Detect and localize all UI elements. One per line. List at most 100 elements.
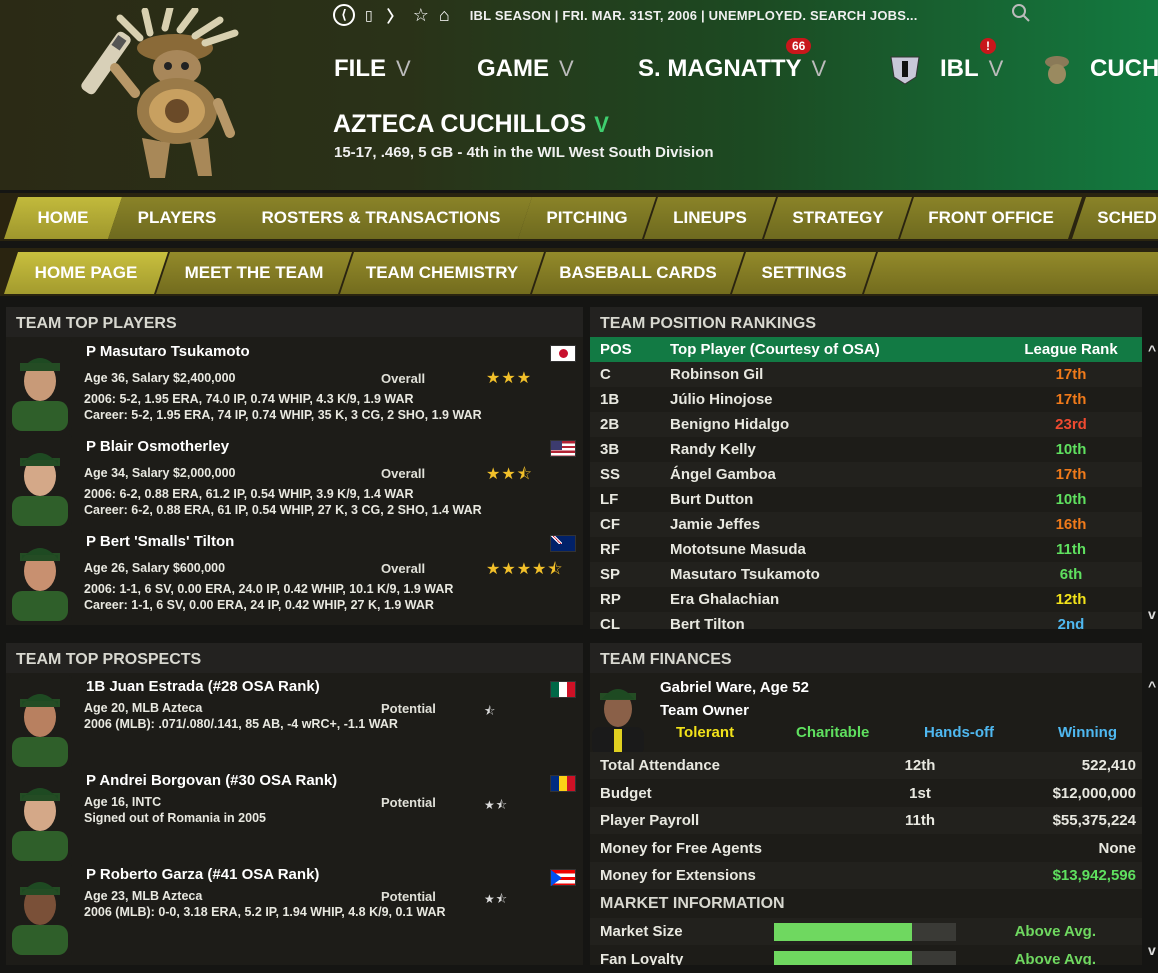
- market-label: Fan Loyalty: [600, 951, 684, 965]
- tab-rosters-transactions[interactable]: ROSTERS & TRANSACTIONS: [230, 197, 532, 239]
- market-row: Market Size Above Avg.: [590, 918, 1142, 945]
- ranking-row[interactable]: LF Burt Dutton 10th: [590, 487, 1142, 512]
- team-menu-label: CUCH: [1090, 55, 1158, 82]
- owner-avatar: [590, 675, 646, 755]
- overall-stars: ★★★: [486, 370, 533, 387]
- ranking-row[interactable]: SS Ángel Gamboa 17th: [590, 462, 1142, 487]
- ranking-player[interactable]: Bert Tilton: [660, 616, 1000, 629]
- season-status[interactable]: IBL SEASON | FRI. MAR. 31ST, 2006 | UNEM…: [470, 8, 918, 23]
- subtab-home-page[interactable]: HOME PAGE: [4, 252, 168, 294]
- tab-home[interactable]: HOME: [4, 197, 122, 239]
- ranking-league-rank: 17th: [1055, 466, 1087, 483]
- forward-icon[interactable]: 〉: [387, 3, 403, 27]
- prospect-card[interactable]: P Andrei Borgovan (#30 OSA Rank) Age 16,…: [6, 767, 583, 861]
- market-value: Above Avg.: [1014, 951, 1096, 965]
- finance-label: Player Payroll: [600, 812, 700, 829]
- tab-pitching[interactable]: PITCHING: [518, 197, 656, 239]
- subtab-team-chemistry[interactable]: TEAM CHEMISTRY: [340, 252, 544, 294]
- ranking-row[interactable]: RP Era Ghalachian 12th: [590, 587, 1142, 612]
- window-icon[interactable]: ▯: [365, 7, 373, 24]
- search-icon[interactable]: [1010, 2, 1050, 28]
- player-season-stats: 2006: 5-2, 1.95 ERA, 74.0 IP, 0.74 WHIP,…: [84, 392, 414, 406]
- league-menu[interactable]: IBL ! V: [888, 38, 1003, 86]
- owner-name[interactable]: Gabriel Ware, Age 52: [660, 679, 809, 696]
- finances-title: TEAM FINANCES: [590, 643, 1142, 673]
- col-rank-header[interactable]: League Rank: [1000, 341, 1142, 358]
- subtab-baseball-cards[interactable]: BASEBALL CARDS: [532, 252, 744, 294]
- ranking-player[interactable]: Ángel Gamboa: [660, 466, 1000, 483]
- player-name[interactable]: P Masutaro Tsukamoto: [86, 343, 250, 360]
- player-card[interactable]: P Bert 'Smalls' Tilton Age 26, Salary $6…: [6, 527, 583, 621]
- prospect-card[interactable]: P Roberto Garza (#41 OSA Rank) Age 23, M…: [6, 861, 583, 955]
- player-card[interactable]: P Blair Osmotherley Age 34, Salary $2,00…: [6, 432, 583, 526]
- player-age-salary: Age 34, Salary $2,000,000: [84, 466, 236, 480]
- col-player-header[interactable]: Top Player (Courtesy of OSA): [660, 341, 1000, 358]
- ranking-player[interactable]: Jamie Jeffes: [660, 516, 1000, 533]
- finance-row: Budget 1st $12,000,000: [590, 779, 1142, 807]
- team-name[interactable]: AZTECA CUCHILLOS V: [333, 110, 609, 139]
- player-name[interactable]: P Bert 'Smalls' Tilton: [86, 533, 234, 550]
- col-pos-header[interactable]: POS: [590, 341, 660, 358]
- prospect-name[interactable]: P Andrei Borgovan (#30 OSA Rank): [86, 772, 337, 789]
- ranking-pos: SS: [600, 466, 621, 483]
- ranking-pos: RF: [600, 541, 620, 558]
- ranking-player[interactable]: Burt Dutton: [660, 491, 1000, 508]
- market-level-fill: [774, 950, 913, 965]
- owner-trait: Charitable: [796, 724, 870, 741]
- tab-strategy[interactable]: STRATEGY: [764, 197, 912, 239]
- player-name[interactable]: P Blair Osmotherley: [86, 438, 229, 455]
- ranking-player[interactable]: Mototsune Masuda: [660, 541, 1000, 558]
- finance-rank: 11th: [904, 812, 935, 829]
- ranking-player[interactable]: Era Ghalachian: [660, 591, 1000, 608]
- ranking-row[interactable]: SP Masutaro Tsukamoto 6th: [590, 562, 1142, 587]
- scroll-up-icon[interactable]: ^: [1148, 342, 1156, 358]
- star-icon[interactable]: ☆: [413, 5, 429, 26]
- ranking-league-rank: 23rd: [1055, 416, 1087, 433]
- ranking-row[interactable]: CL Bert Tilton 2nd: [590, 612, 1142, 629]
- prospect-age-team: Age 20, MLB Azteca: [84, 701, 203, 715]
- finance-label: Money for Extensions: [600, 867, 756, 884]
- prospect-card[interactable]: 1B Juan Estrada (#28 OSA Rank) Age 20, M…: [6, 673, 583, 767]
- ranking-pos: RP: [600, 591, 621, 608]
- overall-stars: ★★⯪: [486, 466, 533, 483]
- file-menu[interactable]: FILE V: [334, 52, 411, 86]
- back-icon[interactable]: ⟨: [333, 4, 355, 26]
- prospect-name[interactable]: 1B Juan Estrada (#28 OSA Rank): [86, 678, 320, 695]
- chevron-down-icon: V: [811, 56, 827, 81]
- player-season-stats: 2006: 6-2, 0.88 ERA, 61.2 IP, 0.54 WHIP,…: [84, 487, 414, 501]
- tab-players[interactable]: PLAYERS: [108, 197, 246, 239]
- ranking-row[interactable]: 1B Júlio Hinojose 17th: [590, 387, 1142, 412]
- ranking-row[interactable]: RF Mototsune Masuda 11th: [590, 537, 1142, 562]
- tab-schedule[interactable]: SCHED: [1072, 197, 1158, 239]
- ranking-player[interactable]: Benigno Hidalgo: [660, 416, 1000, 433]
- tab-lineups[interactable]: LINEUPS: [644, 197, 776, 239]
- finance-value: None: [1098, 839, 1137, 857]
- ranking-pos: 2B: [600, 416, 620, 433]
- ranking-player[interactable]: Júlio Hinojose: [660, 391, 1000, 408]
- ranking-row[interactable]: 2B Benigno Hidalgo 23rd: [590, 412, 1142, 437]
- subtab-meet-the-team[interactable]: MEET THE TEAM: [156, 252, 352, 294]
- tab-front-office[interactable]: FRONT OFFICE: [900, 197, 1082, 239]
- ranking-row[interactable]: CF Jamie Jeffes 16th: [590, 512, 1142, 537]
- ranking-row[interactable]: 3B Randy Kelly 10th: [590, 437, 1142, 462]
- top-prospects-panel: TEAM TOP PROSPECTS 1B Juan Estrada (#28 …: [6, 643, 583, 965]
- overall-label: Overall: [381, 371, 426, 386]
- team-logo-icon: [1045, 56, 1069, 84]
- scroll-up-icon[interactable]: ^: [1148, 678, 1156, 694]
- ranking-player[interactable]: Robinson Gil: [660, 366, 1000, 383]
- scroll-down-icon[interactable]: v: [1148, 942, 1156, 958]
- player-card[interactable]: P Masutaro Tsukamoto Age 36, Salary $2,4…: [6, 337, 583, 431]
- ranking-row[interactable]: C Robinson Gil 17th: [590, 362, 1142, 387]
- prospect-name[interactable]: P Roberto Garza (#41 OSA Rank): [86, 866, 319, 883]
- scroll-down-icon[interactable]: v: [1148, 606, 1156, 622]
- manager-menu[interactable]: S. MAGNATTY 66 V: [638, 38, 827, 86]
- ranking-player[interactable]: Randy Kelly: [660, 441, 1000, 458]
- subtab-settings[interactable]: SETTINGS: [732, 252, 876, 294]
- chevron-down-icon: V: [594, 112, 609, 137]
- game-menu[interactable]: GAME V: [477, 52, 574, 86]
- home-icon[interactable]: ⌂: [439, 5, 450, 26]
- team-menu[interactable]: CUCH: [1040, 52, 1158, 86]
- ranking-player[interactable]: Masutaro Tsukamoto: [660, 566, 1000, 583]
- player-age-salary: Age 26, Salary $600,000: [84, 561, 226, 575]
- top-players-panel: TEAM TOP PLAYERS P Masutaro Tsukamoto Ag…: [6, 307, 583, 625]
